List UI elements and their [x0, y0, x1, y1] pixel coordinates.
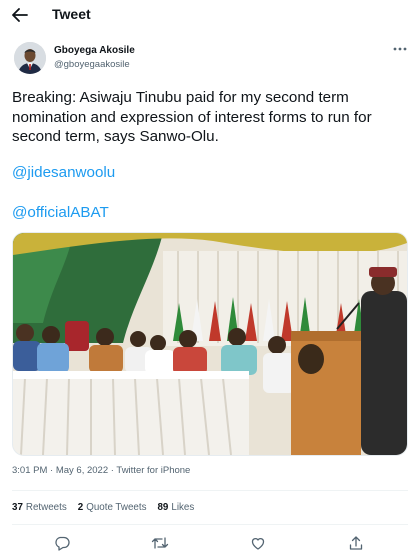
tweet-stats: 37 Retweets 2 Quote Tweets 89 Likes [12, 502, 194, 513]
quote-tweets-count: 2 [77, 502, 84, 513]
share-icon [349, 536, 363, 550]
top-bar: Tweet [0, 0, 420, 30]
divider [12, 490, 408, 491]
tweet-photo[interactable] [12, 232, 408, 456]
separator-dot: · [110, 465, 114, 476]
author-name[interactable]: Gboyega Akosile [54, 45, 135, 56]
avatar-image [14, 42, 46, 74]
quote-tweets-stat[interactable]: 2 Quote Tweets [78, 502, 147, 513]
retweets-label: Retweets [25, 502, 67, 513]
mention-jidesanwoolu[interactable]: @jidesanwoolu [12, 164, 115, 181]
page-title: Tweet [52, 6, 91, 22]
divider [12, 524, 408, 525]
likes-label: Likes [171, 502, 195, 513]
tweet-client[interactable]: Twitter for iPhone [116, 465, 190, 476]
avatar[interactable] [14, 42, 46, 74]
tweet-text: Breaking: Asiwaju Tinubu paid for my sec… [12, 88, 408, 147]
retweets-count: 37 [12, 502, 23, 513]
likes-stat[interactable]: 89 Likes [157, 502, 194, 513]
retweets-stat[interactable]: 37 Retweets [12, 502, 67, 513]
tweet-body: Breaking: Asiwaju Tinubu paid for my sec… [12, 89, 372, 145]
event-photo [13, 233, 407, 455]
retweet-button[interactable] [150, 533, 170, 553]
author-handle[interactable]: @gboyegaakosile [54, 59, 130, 70]
reply-icon [55, 536, 70, 551]
retweet-icon [151, 537, 169, 549]
like-icon [251, 538, 265, 550]
mention-officialabat[interactable]: @officialABAT [12, 204, 109, 221]
tweet-timestamp[interactable]: 3:01 PM · May 6, 2022 · Twitter for iPho… [12, 465, 190, 476]
share-button[interactable] [346, 533, 366, 553]
back-button[interactable] [9, 5, 31, 25]
reply-button[interactable] [52, 533, 72, 553]
more-options-icon [393, 47, 407, 51]
arrow-left-icon [12, 8, 28, 22]
tweet-date: May 6, 2022 [55, 465, 109, 476]
more-options-button[interactable] [391, 42, 409, 56]
separator-dot: · [50, 465, 54, 476]
like-button[interactable] [248, 533, 268, 553]
tweet-time: 3:01 PM [12, 465, 48, 476]
likes-count: 89 [157, 502, 169, 513]
tweet-author: Gboyega Akosile @gboyegaakosile [14, 42, 409, 76]
tweet-actions [0, 533, 420, 553]
quote-tweets-label: Quote Tweets [86, 502, 147, 513]
